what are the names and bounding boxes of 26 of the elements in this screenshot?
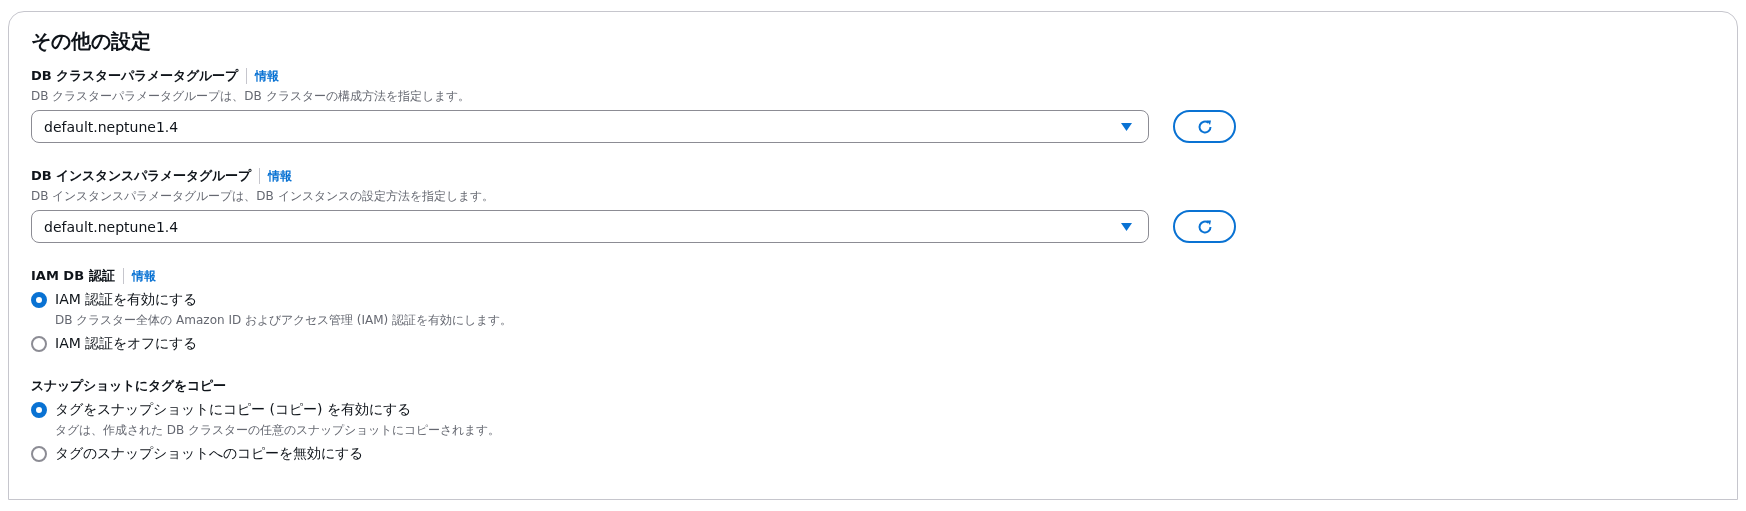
info-link[interactable]: 情報 [268, 167, 293, 185]
option-label: タグのスナップショットへのコピーを無効にする [55, 445, 363, 463]
radio-button[interactable] [31, 292, 47, 308]
field-description: DB インスタンスパラメータグループは、DB インスタンスの設定方法を指定します。 [31, 188, 495, 205]
caret-icon [1121, 122, 1132, 131]
radio-button[interactable] [31, 336, 47, 352]
refresh-button[interactable] [1173, 210, 1236, 243]
dropdown-field[interactable]: default.neptune1.4 [31, 110, 1149, 143]
field-description: DB クラスターパラメータグループは、DB クラスターの構成方法を指定します。 [31, 88, 471, 105]
panel-title: その他の設定 [31, 28, 152, 55]
option-label: IAM 認証を有効にする [55, 291, 199, 309]
radio-button[interactable] [31, 446, 47, 462]
dropdown-field[interactable]: default.neptune1.4 [31, 210, 1149, 243]
option-description: DB クラスター全体の Amazon ID およびアクセス管理 (IAM) 認証を有効にします。 [55, 312, 513, 329]
field-label: DB インスタンスパラメータグループ [31, 167, 252, 185]
refresh-button[interactable] [1173, 110, 1236, 143]
option-label: IAM 認証をオフにする [55, 335, 198, 353]
field-label: DB クラスターパラメータグループ [31, 67, 239, 85]
option-description: タグは、作成された DB クラスターの任意のスナップショットにコピーされます。 [55, 422, 501, 439]
field-label: IAM DB 認証 [31, 267, 115, 285]
info-link[interactable]: 情報 [131, 267, 156, 285]
info-link[interactable]: 情報 [255, 67, 280, 85]
option-label: タグをスナップショットにコピー (コピー) を有効にする [55, 401, 412, 419]
caret-icon [1121, 222, 1132, 231]
radio-button[interactable] [31, 402, 47, 418]
field-label: スナップショットにタグをコピー [31, 377, 226, 395]
